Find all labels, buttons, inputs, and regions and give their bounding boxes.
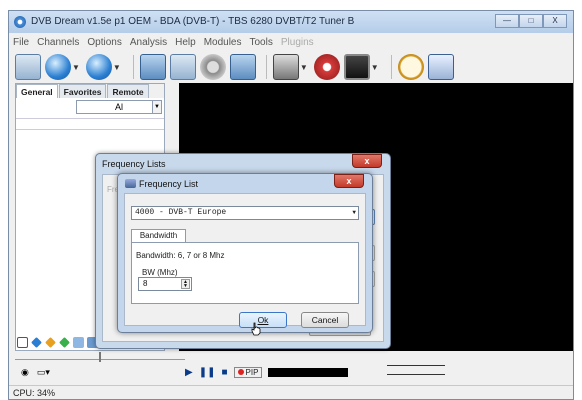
ok-button[interactable]: Ok [239,312,287,328]
close-button[interactable]: x [334,174,364,188]
menu-bar: File Channels Options Analysis Help Modu… [9,33,573,51]
window-controls: — □ X [495,14,567,28]
epg-icon[interactable] [427,54,454,80]
dialog-icon [125,179,136,188]
chevron-down-icon[interactable]: ▼ [352,207,356,219]
play-icon[interactable]: ▶ [185,367,193,378]
tab-general[interactable]: General [16,84,58,98]
menu-plugins[interactable]: Plugins [281,37,314,48]
volume-bar[interactable] [268,368,349,377]
player-controls: ▶ ❚❚ ■ PIP [179,352,573,382]
tab-bandwidth[interactable]: Bandwidth [131,229,186,243]
record-dot-icon [237,369,244,375]
close-button[interactable]: x [352,154,382,168]
pip-button[interactable]: PIP [233,367,263,378]
bw-value: 8 [143,279,148,288]
dialog-title: Frequency Lists [102,159,166,169]
cancel-button[interactable]: Cancel [301,312,349,328]
bw-caption: BW (Mhz) [142,268,178,277]
back-icon[interactable] [45,54,71,80]
frequency-list-select[interactable]: 4000 - DVB-T Europe ▼ [131,206,359,220]
frequency-list-value: 4000 - DVB-T Europe [135,208,227,217]
channel-filter-select[interactable]: Al ▼ [76,100,162,114]
blue-diamond-icon[interactable] [31,336,42,348]
status-bar: CPU: 34% [9,385,573,399]
dialog-title: Frequency List [139,179,199,189]
bw-stepper[interactable]: 8 ▲ ▼ [138,277,192,291]
tab-favorites[interactable]: Favorites [58,84,107,98]
collapse-icon[interactable] [17,336,28,348]
menu-channels[interactable]: Channels [37,37,79,48]
seek-handle[interactable] [99,352,101,362]
pip-label: PIP [245,368,259,377]
menu-modules[interactable]: Modules [204,37,242,48]
filter-row: Al ▼ [16,100,164,116]
playback-controls: ▶ ❚❚ ■ PIP [185,367,349,378]
menu-options[interactable]: Options [87,37,121,48]
orange-diamond-icon[interactable] [45,336,56,348]
forward-icon[interactable] [85,54,112,80]
app-logo-icon [14,16,26,28]
forward-dropdown-icon[interactable]: ▼ [113,63,121,72]
channel-filter-value: Al [114,102,123,112]
tab-remote[interactable]: Remote [107,84,149,98]
main-window: DVB Dream v1.5e p1 OEM - BDA (DVB-T) - T… [8,10,574,400]
speaker-icon[interactable]: ◉ [21,367,29,378]
stepper-arrows-icon[interactable]: ▲ ▼ [181,279,190,289]
window-icon[interactable] [169,54,196,80]
monitor-dropdown-icon[interactable]: ▼ [371,63,379,72]
hand-cursor-icon [251,322,261,336]
toolbar-separator [132,55,134,79]
channel-list-header [16,118,164,130]
bandwidth-panel: Bandwidth: 6, 7 or 8 Mhz BW (Mhz) 8 ▲ ▼ [131,242,359,304]
minimize-button[interactable]: — [495,14,519,28]
screen-icon[interactable]: ▭▾ [37,367,50,378]
recordings-folder-icon[interactable] [15,54,41,80]
film-icon[interactable] [272,54,299,80]
toolbar: ▼ ▼ ▼ ▼ [9,51,573,83]
monitor-icon[interactable] [343,54,370,80]
window-title: DVB Dream v1.5e p1 OEM - BDA (DVB-T) - T… [31,16,355,27]
tv-icon[interactable] [139,54,166,80]
film-dropdown-icon[interactable]: ▼ [300,63,308,72]
title-bar: DVB Dream v1.5e p1 OEM - BDA (DVB-T) - T… [9,11,573,33]
list-icon[interactable] [73,336,84,348]
stop-icon[interactable]: ■ [221,367,227,378]
balance-slider[interactable] [387,365,445,375]
cpu-usage: CPU: 34% [13,388,56,398]
bottom-left-icons: ◉ ▭▾ [21,367,50,378]
menu-analysis[interactable]: Analysis [130,37,167,48]
frequency-list-dialog: Frequency List x 4000 - DVB-T Europe ▼ B… [117,173,373,336]
settings-gear-icon[interactable] [199,54,226,80]
dialog-body: 4000 - DVB-T Europe ▼ Bandwidth Bandwidt… [124,193,366,336]
cancel-label: Cancel [311,315,339,325]
menu-tools[interactable]: Tools [250,37,273,48]
toolbar-separator [265,55,267,79]
bandwidth-info: Bandwidth: 6, 7 or 8 Mhz [136,251,225,260]
toolbar-separator [390,55,392,79]
back-dropdown-icon[interactable]: ▼ [72,63,80,72]
maximize-button[interactable]: □ [519,14,543,28]
timer-clock-icon[interactable] [397,54,424,80]
channel-seek-slider[interactable] [15,352,185,366]
record-icon[interactable] [313,54,340,80]
chevron-down-icon[interactable]: ▼ [152,100,162,114]
capture-icon[interactable] [229,54,256,80]
green-diamond-icon[interactable] [59,336,70,348]
panel-tabs: General Favorites Remote [16,84,164,98]
menu-help[interactable]: Help [175,37,196,48]
menu-file[interactable]: File [13,37,29,48]
pause-icon[interactable]: ❚❚ [199,367,216,378]
close-window-button[interactable]: X [543,14,567,28]
